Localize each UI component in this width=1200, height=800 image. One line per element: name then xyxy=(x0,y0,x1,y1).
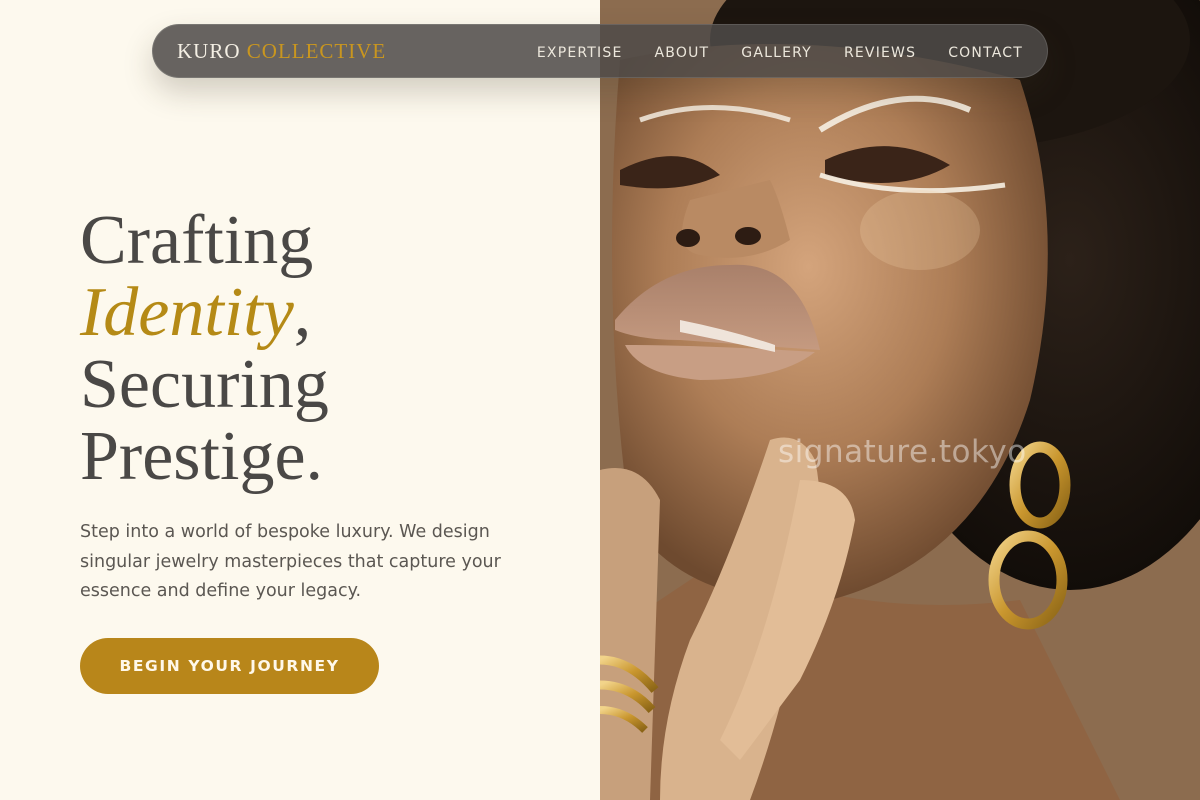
hero-photo xyxy=(600,0,1200,800)
nav-link-expertise[interactable]: EXPERTISE xyxy=(537,45,623,61)
nav-link-gallery[interactable]: GALLERY xyxy=(741,45,812,61)
brand-logo[interactable]: KURO COLLECTIVE xyxy=(177,39,386,64)
hero-title-line-3: Securing xyxy=(80,346,329,423)
hero-title-line-1: Crafting xyxy=(80,202,314,279)
hero-title-line-4: Prestige. xyxy=(80,418,324,495)
brand-name-accent: COLLECTIVE xyxy=(246,38,387,63)
nav-link-about[interactable]: ABOUT xyxy=(655,45,710,61)
top-nav: KURO COLLECTIVE EXPERTISE ABOUT GALLERY … xyxy=(152,24,1048,78)
watermark-text: signature.tokyo xyxy=(778,434,1027,470)
hero-subtitle: Step into a world of bespoke luxury. We … xyxy=(80,522,501,601)
nav-links: EXPERTISE ABOUT GALLERY REVIEWS CONTACT xyxy=(537,42,1023,61)
hero-title-highlight: Identity xyxy=(80,274,294,351)
begin-journey-button[interactable]: BEGIN YOUR JOURNEY xyxy=(80,638,379,694)
brand-name-primary: KURO xyxy=(177,38,241,63)
nav-link-contact[interactable]: CONTACT xyxy=(948,45,1023,61)
hero-title-comma: , xyxy=(293,274,312,351)
hero-title: Crafting Identity, Securing Prestige. xyxy=(80,205,329,493)
hero-photo-illustration xyxy=(600,0,1200,800)
nav-link-reviews[interactable]: REVIEWS xyxy=(844,45,916,61)
